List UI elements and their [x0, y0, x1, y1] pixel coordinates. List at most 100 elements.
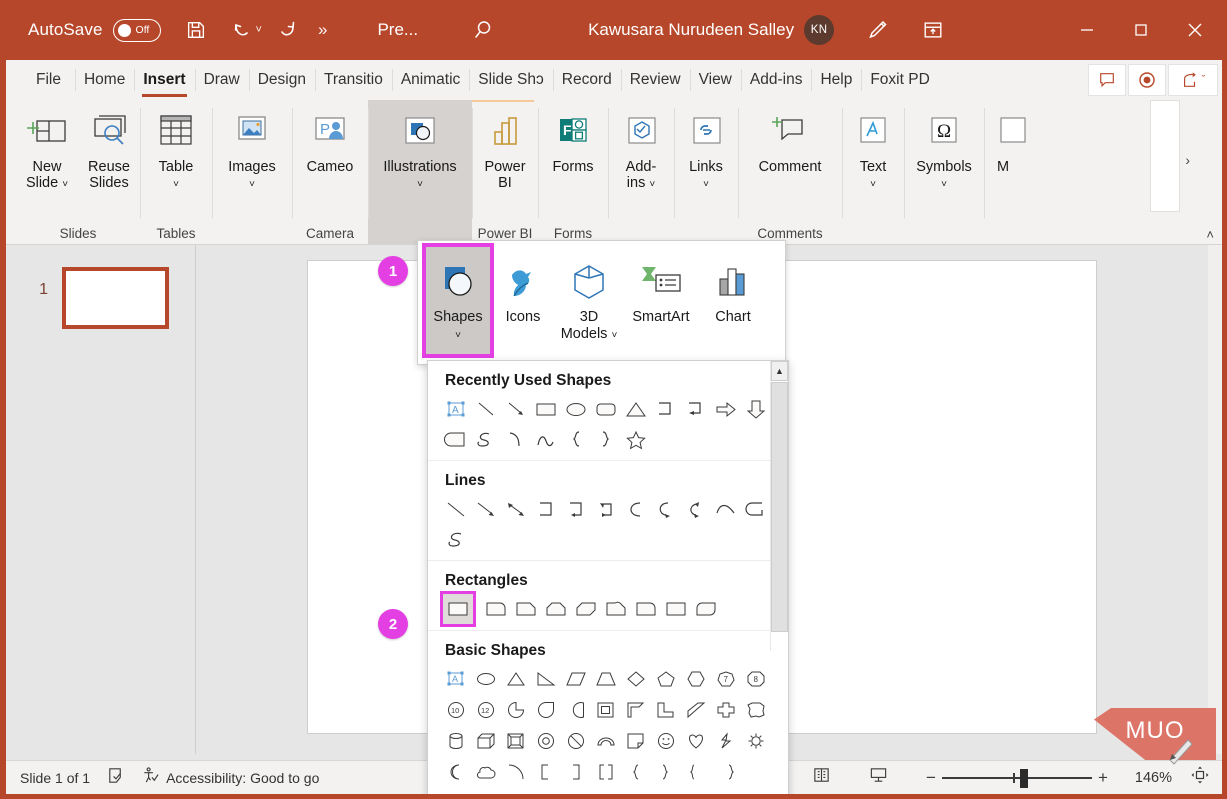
shape-round-diagonal-corner-rectangle[interactable] — [691, 594, 721, 624]
reuse-slides-button[interactable]: Reuse Slides — [78, 100, 140, 191]
shape-isosceles-triangle[interactable] — [621, 394, 651, 424]
shape-curve-arc[interactable] — [501, 424, 531, 454]
tab-help[interactable]: Help — [811, 60, 861, 100]
shape-flowchart-alternate-process[interactable] — [441, 424, 471, 454]
shape-scribble[interactable] — [441, 524, 471, 554]
shape-textbox[interactable]: A — [441, 664, 471, 694]
zoom-in-button[interactable]: + — [1092, 768, 1114, 788]
shape-decagon[interactable]: 10 — [441, 695, 471, 725]
pen-draw-icon[interactable] — [860, 13, 894, 47]
images-button[interactable]: Images ˅ — [212, 100, 292, 193]
power-bi-button[interactable]: Power BI — [472, 100, 538, 191]
shape-double-bracket[interactable] — [591, 757, 621, 787]
shapes-gallery-button[interactable]: Shapes ˅ — [422, 243, 494, 358]
shape-oval[interactable] — [471, 664, 501, 694]
slide-status[interactable]: Slide 1 of 1 — [20, 770, 90, 786]
shape-line-arrow[interactable] — [501, 394, 531, 424]
shape-moon[interactable] — [441, 757, 471, 787]
tab-animations[interactable]: Animatic — [391, 60, 469, 100]
tab-record[interactable]: Record — [552, 60, 621, 100]
shape-no-symbol[interactable] — [561, 726, 591, 756]
tab-slide-show[interactable]: Slide Shɔ — [469, 60, 552, 100]
cameo-button[interactable]: P Cameo — [292, 100, 368, 175]
user-name[interactable]: Kawusara Nurudeen Salley — [588, 20, 794, 40]
shape-smiley-face[interactable] — [651, 726, 681, 756]
shape-arc[interactable] — [501, 757, 531, 787]
tab-home[interactable]: Home — [74, 60, 134, 100]
shape-cloud[interactable] — [471, 757, 501, 787]
shape-regular-pentagon-star[interactable] — [741, 695, 771, 725]
comment-icon[interactable] — [1088, 64, 1126, 96]
shape-cross[interactable] — [711, 695, 741, 725]
record-circle-icon[interactable] — [1128, 64, 1166, 96]
illustrations-button[interactable]: Illustrations ˅ — [368, 100, 472, 193]
shape-rectangle[interactable] — [440, 591, 476, 627]
avatar[interactable]: KN — [804, 15, 835, 45]
shape-textbox[interactable]: A — [441, 394, 471, 424]
forms-button[interactable]: F Forms — [538, 100, 608, 175]
shape-right-brace[interactable] — [591, 424, 621, 454]
shape-heart[interactable] — [681, 726, 711, 756]
shape-down-arrow[interactable] — [741, 394, 771, 424]
undo-chevron-down-icon[interactable]: ˅ — [256, 24, 262, 36]
shapes-gallery-panel[interactable]: Recently Used Shapes A Lines Rectangles … — [427, 360, 789, 794]
chart-button[interactable]: Chart — [700, 247, 766, 364]
shape-right-arrow[interactable] — [711, 394, 741, 424]
shape-curved-connector[interactable] — [621, 494, 651, 524]
shape-isosceles-triangle[interactable] — [501, 664, 531, 694]
zoom-out-button[interactable]: − — [920, 768, 942, 788]
shape-folded-corner[interactable] — [621, 726, 651, 756]
shape-bevel[interactable] — [501, 726, 531, 756]
shape-frame[interactable] — [591, 695, 621, 725]
shape-curve-wave[interactable] — [531, 424, 561, 454]
shape-elbow-double-arrow-connector[interactable] — [591, 494, 621, 524]
media-button[interactable]: M — [984, 100, 1026, 175]
shape-curved-arrow-connector[interactable] — [651, 494, 681, 524]
close-button[interactable] — [1168, 0, 1222, 60]
reading-view-icon[interactable] — [812, 766, 831, 790]
share-icon[interactable]: ˇ — [1168, 64, 1218, 96]
shape-half-frame[interactable] — [621, 695, 651, 725]
ribbon-overflow-arrow-icon[interactable]: › — [1185, 152, 1190, 168]
shape-elbow-connector[interactable] — [531, 494, 561, 524]
shape-donut[interactable] — [531, 726, 561, 756]
fit-slide-to-window-icon[interactable] — [1190, 765, 1210, 790]
shape-curved-double-arrow-connector[interactable] — [681, 494, 711, 524]
tab-design[interactable]: Design — [248, 60, 315, 100]
slide-thumbnail-1[interactable] — [62, 267, 169, 329]
canvas-vertical-scrollbar[interactable] — [1208, 245, 1222, 754]
links-button[interactable]: Links ˅ — [674, 100, 738, 193]
tab-review[interactable]: Review — [620, 60, 690, 100]
shape-l-shape[interactable] — [651, 695, 681, 725]
shape-snip-same-side-corner-rectangle[interactable] — [541, 594, 571, 624]
zoom-handle[interactable] — [1020, 768, 1028, 788]
shapes-gallery-scrollbar[interactable]: ▲ — [770, 361, 788, 651]
minimize-button[interactable] — [1060, 0, 1114, 60]
shape-snip-and-round-single-corner-rectangle[interactable] — [601, 594, 631, 624]
shape-pentagon[interactable] — [651, 664, 681, 694]
ribbon-group-illustrations[interactable]: Illustrations ˅ — [368, 100, 472, 245]
shape-cube[interactable] — [471, 726, 501, 756]
smartart-button[interactable]: SmartArt — [622, 247, 700, 364]
shape-line[interactable] — [441, 494, 471, 524]
scroll-up-arrow-icon[interactable]: ▲ — [771, 361, 788, 381]
table-button[interactable]: Table ˅ — [140, 100, 212, 193]
ribbon-display-options-icon[interactable] — [916, 13, 950, 47]
shape-curve[interactable] — [711, 494, 741, 524]
shape-sun[interactable] — [741, 726, 771, 756]
shape-heptagon[interactable]: 7 — [711, 664, 741, 694]
shape-block-arc[interactable] — [591, 726, 621, 756]
shape-line-double-arrow[interactable] — [501, 494, 531, 524]
shape-left-brace[interactable] — [621, 757, 651, 787]
autosave-toggle[interactable]: Off — [112, 18, 161, 42]
shape-pie[interactable] — [501, 695, 531, 725]
ribbon-collapse-icon[interactable]: ˄ — [1206, 227, 1214, 242]
save-icon[interactable] — [179, 13, 213, 47]
shape-rounded-corner-rectangle[interactable] — [481, 594, 511, 624]
comment-button[interactable]: Comment — [738, 100, 842, 175]
shape-cylinder[interactable] — [441, 726, 471, 756]
tab-foxit-pdf[interactable]: Foxit PD — [861, 60, 938, 100]
shape-elbow-connector[interactable] — [651, 394, 681, 424]
maximize-button[interactable] — [1114, 0, 1168, 60]
shape-lightning-bolt[interactable] — [711, 726, 741, 756]
